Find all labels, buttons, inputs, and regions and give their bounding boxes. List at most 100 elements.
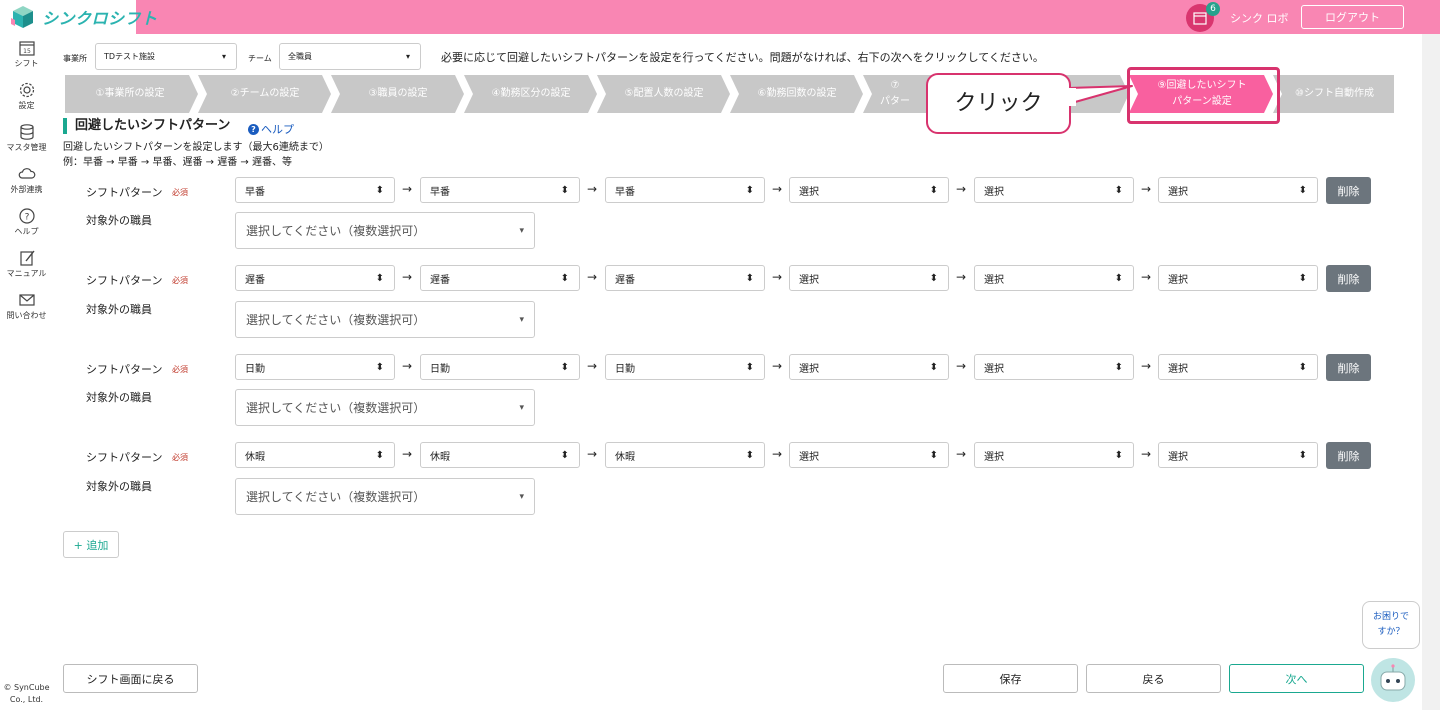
sidebar-item-shift[interactable]: 15 シフト (0, 39, 53, 69)
callout-pointer-mask (1066, 88, 1076, 106)
sort-caret-icon: ⬍ (929, 184, 938, 196)
arrow-icon: → (955, 359, 967, 373)
step-1[interactable]: ①事業所の設定 (70, 75, 190, 113)
shift-select[interactable]: 選択 ⬍ (789, 442, 949, 468)
sidebar-item-manual[interactable]: マニュアル (0, 249, 53, 279)
sort-caret-icon: ⬍ (560, 272, 569, 284)
scrollbar[interactable] (1422, 34, 1440, 710)
chat-help-bubble[interactable]: お困りで すか？ (1362, 601, 1420, 649)
shift-select[interactable]: 早番 ⬍ (605, 177, 765, 203)
excluded-staff-label: 対象外の職員 (86, 303, 152, 316)
shift-select[interactable]: 休暇 ⬍ (605, 442, 765, 468)
delete-button[interactable]: 削除 (1326, 442, 1371, 469)
step-2[interactable]: ②チームの設定 (205, 75, 325, 113)
save-button[interactable]: 保存 (943, 664, 1078, 693)
office-select[interactable]: TDテスト施設 ▾ (95, 43, 237, 70)
delete-button[interactable]: 削除 (1326, 265, 1371, 292)
shift-select[interactable]: 遅番 ⬍ (420, 265, 580, 291)
pattern-label: シフトパターン (86, 363, 163, 376)
team-select[interactable]: 全職員 ▾ (279, 43, 421, 70)
required-badge: 必須 (172, 276, 188, 285)
excluded-staff-multiselect[interactable]: 選択してください（複数選択可） ▾ (235, 478, 535, 515)
user-name: シンク ロボ (1230, 12, 1289, 25)
step-6[interactable]: ⑥勤務回数の設定 (737, 75, 857, 113)
arrow-icon: → (955, 447, 967, 461)
shift-select[interactable]: 休暇 ⬍ (235, 442, 395, 468)
step-5[interactable]: ⑤配置人数の設定 (604, 75, 724, 113)
step-10[interactable]: ⑩シフト自動作成 (1277, 75, 1392, 113)
arrow-icon: → (771, 270, 783, 284)
logout-button[interactable]: ログアウト (1301, 5, 1404, 29)
shift-select[interactable]: 選択 ⬍ (1158, 265, 1318, 291)
shift-select[interactable]: 早番 ⬍ (235, 177, 395, 203)
sidebar-item-settings[interactable]: 設定 (0, 81, 53, 111)
sort-caret-icon: ⬍ (560, 449, 569, 461)
sidebar-item-integration[interactable]: 外部連携 (0, 165, 53, 195)
shift-select[interactable]: 選択 ⬍ (974, 354, 1134, 380)
arrow-icon: → (955, 270, 967, 284)
shift-select[interactable]: 選択 ⬍ (789, 354, 949, 380)
section-description: 回避したいシフトパターンを設定します（最大6連続まで） (63, 142, 329, 153)
excluded-staff-multiselect[interactable]: 選択してください（複数選択可） ▾ (235, 389, 535, 426)
back-button[interactable]: 戻る (1086, 664, 1221, 693)
step-3[interactable]: ③職員の設定 (338, 75, 458, 113)
shift-select[interactable]: 選択 ⬍ (1158, 177, 1318, 203)
shift-select[interactable]: 選択 ⬍ (974, 177, 1134, 203)
sort-caret-icon: ⬍ (1114, 184, 1123, 196)
back-to-shift-button[interactable]: シフト画面に戻る (63, 664, 198, 693)
shift-select[interactable]: 遅番 ⬍ (235, 265, 395, 291)
excluded-staff-multiselect[interactable]: 選択してください（複数選択可） ▾ (235, 212, 535, 249)
section-example: 例：早番 → 早番 → 早番、遅番 → 遅番 → 遅番、等 (63, 157, 292, 168)
shift-select[interactable]: 選択 ⬍ (1158, 442, 1318, 468)
shift-select[interactable]: 選択 ⬍ (789, 177, 949, 203)
instruction-text: 必要に応じて回避したいシフトパターンを設定を行ってください。問題がなければ、右下… (441, 51, 1044, 64)
sort-caret-icon: ⬍ (375, 449, 384, 461)
logo-text: シンクロシフト (42, 9, 158, 28)
sidebar-item-help[interactable]: ? ヘルプ (0, 207, 53, 237)
delete-button[interactable]: 削除 (1326, 354, 1371, 381)
copyright: © SynCube Co., Ltd. (3, 683, 50, 704)
team-label: チーム (248, 54, 272, 63)
app-logo[interactable]: シンクロシフト (0, 0, 157, 34)
sidebar-label: ヘルプ (14, 227, 39, 236)
sort-caret-icon: ⬍ (375, 361, 384, 373)
shift-select[interactable]: 日勤 ⬍ (235, 354, 395, 380)
step-highlight-frame (1127, 67, 1280, 124)
sidebar: 15 シフト 設定 マスタ管理 外部連携 ? ヘルプ マニュアル 問い合わせ ©… (0, 34, 53, 710)
sidebar-label: 外部連携 (10, 185, 43, 194)
robot-avatar-icon[interactable] (1371, 658, 1415, 702)
sidebar-label: マスタ管理 (6, 143, 47, 152)
required-badge: 必須 (172, 188, 188, 197)
sort-caret-icon: ⬍ (929, 361, 938, 373)
caret-down-icon: ▾ (519, 225, 524, 236)
delete-button[interactable]: 削除 (1326, 177, 1371, 204)
arrow-icon: → (401, 359, 413, 373)
shift-select[interactable]: 日勤 ⬍ (420, 354, 580, 380)
arrow-icon: → (1140, 359, 1152, 373)
shift-select[interactable]: 日勤 ⬍ (605, 354, 765, 380)
step-7[interactable]: ⑦ パター (875, 75, 915, 113)
add-pattern-button[interactable]: + 追加 (63, 531, 119, 558)
shift-select[interactable]: 遅番 ⬍ (605, 265, 765, 291)
shift-select[interactable]: 選択 ⬍ (974, 442, 1134, 468)
sidebar-label: マニュアル (6, 269, 47, 278)
sidebar-item-master[interactable]: マスタ管理 (0, 123, 53, 153)
excluded-staff-label: 対象外の職員 (86, 391, 152, 404)
click-callout: クリック (926, 73, 1071, 134)
help-link[interactable]: ? ヘルプ (248, 121, 294, 137)
shift-select[interactable]: 選択 ⬍ (1158, 354, 1318, 380)
arrow-icon: → (401, 182, 413, 196)
excluded-staff-label: 対象外の職員 (86, 480, 152, 493)
caret-down-icon: ▾ (519, 402, 524, 413)
sidebar-label: シフト (14, 59, 39, 68)
shift-select[interactable]: 休暇 ⬍ (420, 442, 580, 468)
shift-select[interactable]: 選択 ⬍ (789, 265, 949, 291)
next-button[interactable]: 次へ (1229, 664, 1364, 693)
step-4[interactable]: ④勤務区分の設定 (471, 75, 591, 113)
shift-select[interactable]: 選択 ⬍ (974, 265, 1134, 291)
sidebar-item-contact[interactable]: 問い合わせ (0, 291, 53, 321)
sidebar-label: 問い合わせ (6, 311, 47, 320)
shift-select[interactable]: 早番 ⬍ (420, 177, 580, 203)
sort-caret-icon: ⬍ (375, 272, 384, 284)
excluded-staff-multiselect[interactable]: 選択してください（複数選択可） ▾ (235, 301, 535, 338)
